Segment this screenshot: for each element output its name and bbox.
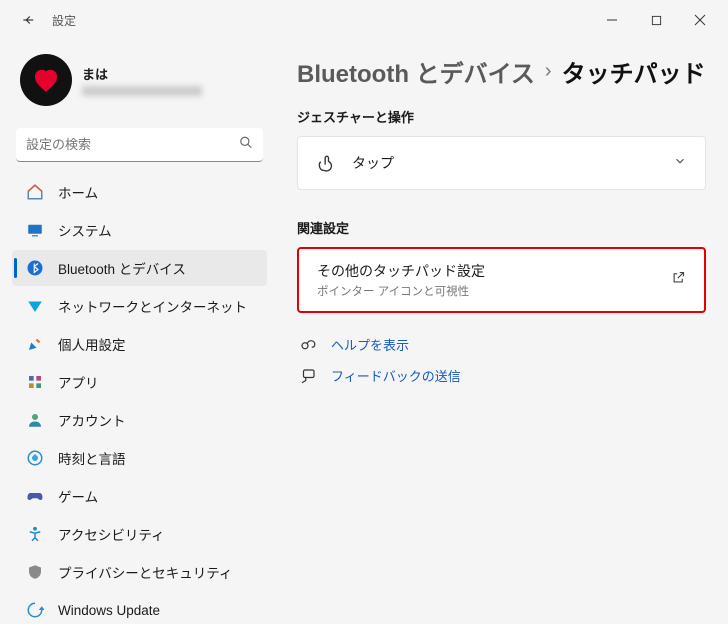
- breadcrumb-parent[interactable]: Bluetooth とデバイス: [297, 54, 535, 89]
- accessibility-icon: [26, 525, 44, 543]
- external-link-icon: [671, 270, 686, 290]
- sidebar-item-bluetooth[interactable]: Bluetooth とデバイス: [12, 250, 267, 286]
- section-gestures-label: ジェスチャーと操作: [297, 107, 706, 126]
- search-box[interactable]: [16, 128, 263, 162]
- breadcrumb: Bluetooth とデバイス › タッチパッド: [297, 54, 706, 89]
- sidebar-item-label: アカウント: [58, 410, 126, 430]
- maximize-button[interactable]: [646, 10, 666, 30]
- sidebar-item-label: 個人用設定: [58, 334, 126, 354]
- sidebar-item-label: アクセシビリティ: [58, 524, 165, 544]
- feedback-link[interactable]: フィードバックの送信: [297, 366, 706, 385]
- tap-title: タップ: [352, 153, 657, 173]
- breadcrumb-current: タッチパッド: [562, 54, 706, 89]
- accounts-icon: [26, 411, 44, 429]
- sidebar-item-time[interactable]: 時刻と言語: [12, 440, 267, 476]
- time-icon: [26, 449, 44, 467]
- titlebar: 設定: [0, 0, 728, 40]
- feedback-label: フィードバックの送信: [331, 366, 461, 385]
- sidebar-item-update[interactable]: Windows Update: [12, 592, 267, 624]
- sidebar-item-label: ゲーム: [58, 486, 98, 506]
- network-icon: [26, 297, 44, 315]
- chevron-down-icon: [673, 154, 687, 173]
- profile-name: まは: [82, 64, 202, 83]
- sidebar-item-system[interactable]: システム: [12, 212, 267, 248]
- search-input[interactable]: [16, 128, 263, 162]
- sidebar-item-label: 時刻と言語: [58, 448, 126, 468]
- home-icon: [26, 183, 44, 201]
- window-title: 設定: [52, 12, 76, 29]
- sidebar-item-personalization[interactable]: 個人用設定: [12, 326, 267, 362]
- section-related-label: 関連設定: [297, 218, 706, 237]
- sidebar-item-label: システム: [58, 220, 112, 240]
- avatar: [20, 54, 72, 106]
- minimize-button[interactable]: [602, 10, 622, 30]
- other-touchpad-title: その他のタッチパッド設定: [317, 261, 655, 281]
- update-icon: [26, 601, 44, 619]
- sidebar-item-accessibility[interactable]: アクセシビリティ: [12, 516, 267, 552]
- tap-icon: [316, 153, 336, 173]
- sidebar-item-privacy[interactable]: プライバシーとセキュリティ: [12, 554, 267, 590]
- search-icon: [239, 136, 253, 155]
- sidebar-item-gaming[interactable]: ゲーム: [12, 478, 267, 514]
- sidebar-item-label: ホーム: [58, 182, 98, 202]
- profile[interactable]: まは: [12, 50, 267, 122]
- sidebar-item-home[interactable]: ホーム: [12, 174, 267, 210]
- close-button[interactable]: [690, 10, 710, 30]
- apps-icon: [26, 373, 44, 391]
- back-button[interactable]: [18, 10, 38, 30]
- bluetooth-icon: [26, 259, 44, 277]
- sidebar-item-label: ネットワークとインターネット: [58, 296, 247, 316]
- nav-list: ホーム システム Bluetooth とデバイス ネットワークとインターネット …: [12, 174, 267, 624]
- privacy-icon: [26, 563, 44, 581]
- gaming-icon: [26, 487, 44, 505]
- feedback-icon: [299, 367, 317, 385]
- sidebar-item-label: Bluetooth とデバイス: [58, 258, 186, 278]
- sidebar-item-apps[interactable]: アプリ: [12, 364, 267, 400]
- sidebar-item-label: Windows Update: [58, 603, 160, 618]
- system-icon: [26, 221, 44, 239]
- help-link[interactable]: ヘルプを表示: [297, 335, 706, 354]
- help-label: ヘルプを表示: [331, 335, 409, 354]
- sidebar-item-label: プライバシーとセキュリティ: [58, 562, 232, 582]
- help-icon: [299, 336, 317, 354]
- sidebar-item-network[interactable]: ネットワークとインターネット: [12, 288, 267, 324]
- chevron-right-icon: ›: [545, 60, 552, 83]
- sidebar: まは ホーム システム Bluetooth とデバイス: [0, 40, 275, 624]
- tap-card[interactable]: タップ: [297, 136, 706, 190]
- profile-sub: [82, 86, 202, 96]
- personalization-icon: [26, 335, 44, 353]
- sidebar-item-accounts[interactable]: アカウント: [12, 402, 267, 438]
- sidebar-item-label: アプリ: [58, 372, 99, 392]
- main-content: Bluetooth とデバイス › タッチパッド ジェスチャーと操作 タップ 関…: [275, 40, 728, 624]
- other-touchpad-settings-card[interactable]: その他のタッチパッド設定 ポインター アイコンと可視性: [297, 247, 706, 313]
- other-touchpad-sub: ポインター アイコンと可視性: [317, 283, 655, 299]
